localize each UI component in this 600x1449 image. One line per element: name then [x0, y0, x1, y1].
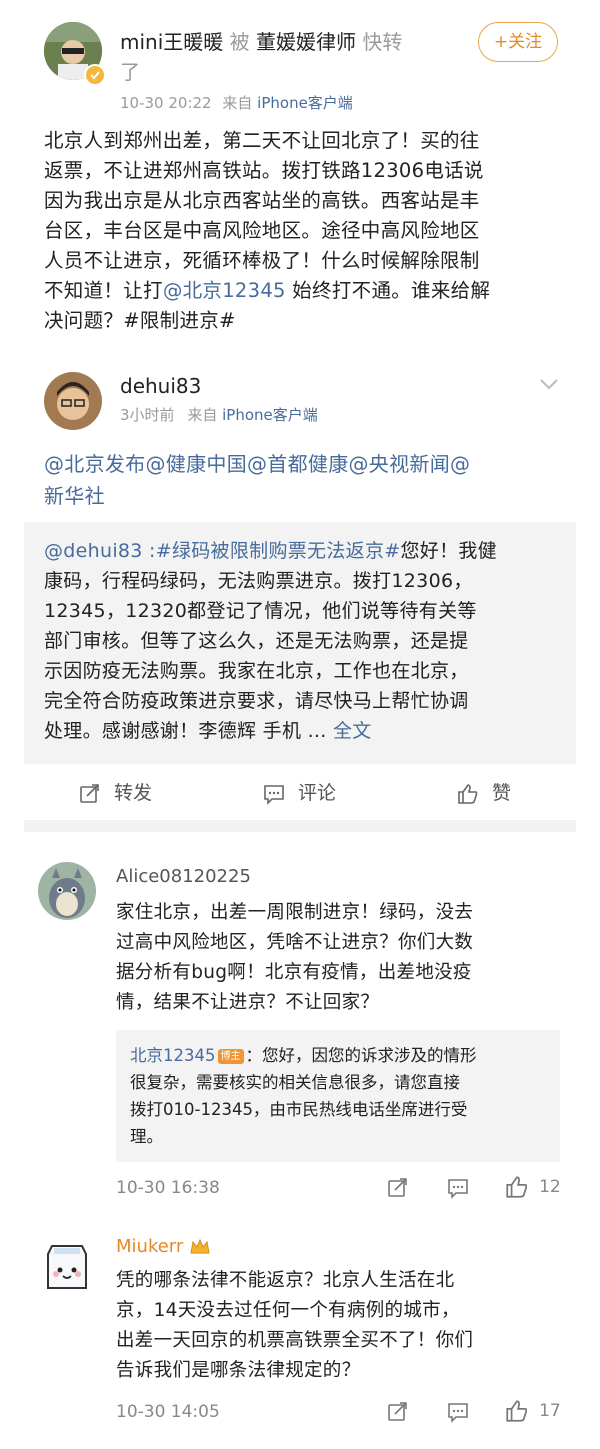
comment-line: 家住北京，出差一周限制进京！绿码，没去 — [116, 902, 474, 923]
chevron-down-icon[interactable] — [538, 376, 560, 392]
comment-time: 10-30 14:05 — [116, 1402, 220, 1422]
comment-label: 评论 — [298, 782, 337, 804]
reply-line-text: ：您好，因您的诉求涉及的情形 — [245, 1046, 477, 1065]
share-icon[interactable] — [386, 1176, 410, 1204]
full-text-link[interactable]: 全文 — [333, 720, 372, 742]
follow-button[interactable]: +关注 — [478, 22, 558, 62]
reply-line: 拨打010-12345，由市民热线电话坐席进行受 — [130, 1100, 468, 1119]
post-line-text: 不知道！让打 — [44, 279, 163, 302]
share-icon[interactable] — [386, 1400, 410, 1428]
post-time: 3小时前 — [120, 406, 175, 424]
post-line: 返票，不让进郑州高铁站。拨打铁路12306电话说 — [44, 159, 484, 182]
comment-body: 家住北京，出差一周限制进京！绿码，没去 过高中风险地区，凭啥不让进京？你们大数 … — [116, 898, 576, 1018]
repost-label: 转发 — [114, 782, 153, 804]
comment-body: 凭的哪条法律不能返京？北京人生活在北 京，14天没去过任何一个有病例的城市， 出… — [116, 1266, 576, 1386]
post-line: 不知道！让打@北京12345 始终打不通。谁来给解 — [44, 276, 574, 306]
post-meta: 10-30 20:22 来自 iPhone客户端 — [120, 92, 353, 113]
quoted-line: 示因防疫无法购票。我家在北京，工作也在北京， — [44, 660, 469, 682]
post-line: 人员不让进京，死循环棒极了！什么时候解除限制 — [44, 249, 480, 272]
avatar[interactable] — [38, 862, 96, 920]
comment-action[interactable]: 评论 — [262, 778, 336, 806]
like-button[interactable]: 17 — [504, 1398, 561, 1424]
post-source[interactable]: iPhone客户端 — [257, 94, 353, 112]
comment-line: 告诉我们是哪条法律规定的？ — [116, 1360, 361, 1381]
reply-line: 很复杂，需要核实的相关信息很多，请您直接 — [130, 1073, 460, 1092]
repost-suffix-2: 了 — [120, 60, 140, 84]
comment-author-row: Miukerr — [116, 1236, 211, 1257]
comment-icon[interactable] — [446, 1176, 470, 1204]
comment-line: 凭的哪条法律不能返京？北京人生活在北 — [116, 1270, 455, 1291]
quoted-line-text: 您好！我健 — [400, 540, 497, 562]
post-line: 决问题？#限制进京# — [44, 309, 236, 332]
mentions-line[interactable]: @北京发布@健康中国@首都健康@央视新闻@ — [44, 448, 574, 480]
like-icon — [456, 782, 486, 804]
reply-line: 理。 — [130, 1127, 163, 1146]
post-line: 因为我出京是从北京西客站坐的高铁。西客站是丰 — [44, 189, 480, 212]
quoted-line: 12345，12320都登记了情况，他们说等待有关等 — [44, 600, 477, 622]
repost-suffix: 快转 — [362, 30, 403, 54]
post-source[interactable]: iPhone客户端 — [222, 406, 318, 424]
repost-target[interactable]: 董媛媛律师 — [256, 30, 356, 54]
post-author[interactable]: dehui83 — [120, 372, 201, 400]
verified-badge-icon — [84, 64, 106, 86]
repost-icon — [78, 782, 108, 804]
quoted-line: 完全符合防疫政策进京要求，请尽快马上帮忙协调 — [44, 690, 469, 712]
like-count: 12 — [539, 1176, 561, 1197]
post-meta: 3小时前 来自 iPhone客户端 — [120, 404, 318, 425]
quoted-post[interactable]: @dehui83 :#绿码被限制购票无法返京#您好！我健 康码，行程码绿码，无法… — [24, 522, 576, 764]
vip-crown-icon — [189, 1236, 211, 1257]
repost-header: mini王暖暖 被 董媛媛律师 快转 了 — [120, 27, 460, 87]
comment-time: 10-30 16:38 — [116, 1178, 220, 1198]
comment-line: 京，14天没去过任何一个有病例的城市， — [116, 1300, 460, 1321]
source-prefix: 来自 — [222, 94, 253, 112]
comment-line: 出差一天回京的机票高铁票全买不了！你们 — [116, 1330, 474, 1351]
comment-icon[interactable] — [446, 1400, 470, 1428]
mentions-text[interactable]: @北京发布@健康中国@首都健康@央视新闻@ 新华社 — [44, 448, 574, 512]
comment-line: 据分析有bug啊！北京有疫情，出差地没疫 — [116, 962, 472, 983]
author-badge: 博主 — [217, 1049, 244, 1064]
comment-line: 过高中风险地区，凭啥不让进京？你们大数 — [116, 932, 474, 953]
like-icon — [504, 1176, 530, 1198]
reply-box[interactable]: 北京12345 博主 ：您好，因您的诉求涉及的情形 很复杂，需要核实的相关信息很多，… — [116, 1030, 560, 1162]
source-prefix: 来自 — [187, 406, 218, 424]
like-action[interactable]: 赞 — [456, 778, 511, 806]
like-label: 赞 — [492, 782, 512, 804]
repost-by-label: 被 — [229, 30, 250, 54]
avatar-image — [44, 372, 102, 430]
post-line-text: 始终打不通。谁来给解 — [285, 279, 491, 302]
quoted-text: @dehui83 :#绿码被限制购票无法返京#您好！我健 康码，行程码绿码，无法… — [44, 536, 564, 746]
reply-author[interactable]: 北京12345 — [130, 1046, 216, 1065]
avatar[interactable] — [38, 1234, 96, 1292]
post-author[interactable]: mini王暖暖 — [120, 30, 223, 54]
post-line: 北京人到郑州出差，第二天不让回北京了！买的往 — [44, 129, 480, 152]
mention-link[interactable]: @北京12345 — [163, 279, 286, 302]
quoted-line: 处理。感谢感谢！李德辉 手机 ... 全文 — [44, 716, 564, 746]
quoted-mention[interactable]: @dehui83 :#绿码被限制购票无法返京# — [44, 540, 400, 562]
like-button[interactable]: 12 — [504, 1174, 561, 1200]
quoted-line: 康码，行程码绿码，无法购票进京。拨打12306， — [44, 570, 473, 592]
reply-text: 北京12345 博主 ：您好，因您的诉求涉及的情形 很复杂，需要核实的相关信息很多，… — [130, 1042, 550, 1150]
comment-line: 情，结果不让进京？不让回家？ — [116, 992, 380, 1013]
quoted-line: 部门审核。但等了这么久，还是无法购票，还是提 — [44, 630, 469, 652]
avatar-image — [38, 862, 96, 920]
repost-action[interactable]: 转发 — [78, 778, 152, 806]
comment-icon — [262, 782, 292, 805]
section-divider — [24, 820, 576, 832]
quoted-line-text: 处理。感谢感谢！李德辉 手机 ... — [44, 720, 333, 742]
reply-line: 北京12345 博主 ：您好，因您的诉求涉及的情形 — [130, 1042, 550, 1069]
like-count: 17 — [539, 1400, 561, 1421]
avatar[interactable] — [44, 372, 102, 430]
quoted-line: @dehui83 :#绿码被限制购票无法返京#您好！我健 — [44, 536, 564, 566]
comment-author[interactable]: Miukerr — [116, 1236, 183, 1257]
post-line: 台区，丰台区是中高风险地区。途径中高风险地区 — [44, 219, 480, 242]
post-time: 10-30 20:22 — [120, 94, 212, 112]
avatar-image — [38, 1234, 96, 1292]
mentions-line[interactable]: 新华社 — [44, 480, 574, 512]
like-icon — [504, 1400, 530, 1422]
post-body: 北京人到郑州出差，第二天不让回北京了！买的往 返票，不让进郑州高铁站。拨打铁路1… — [44, 126, 574, 336]
comment-author[interactable]: Alice08120225 — [116, 866, 251, 887]
